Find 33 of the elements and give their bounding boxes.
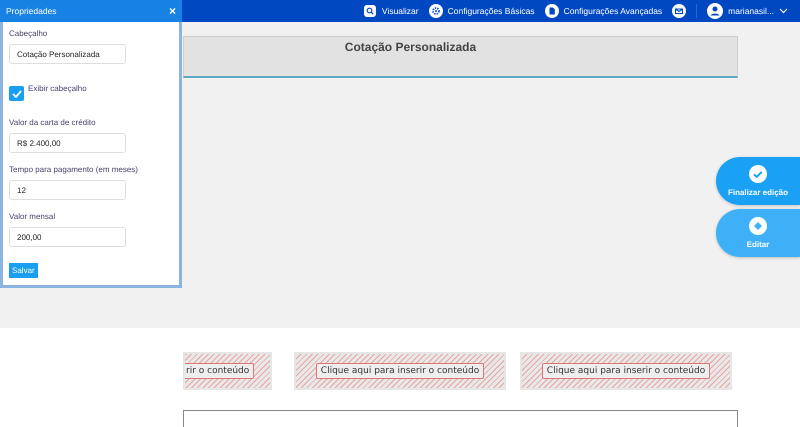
input-field[interactable]: Cotação Personalizada [9, 44, 126, 64]
panel-title: Propriedades [6, 6, 57, 16]
settings-icon [428, 4, 443, 18]
content-slot[interactable]: Clique aqui para inserir o conteúdo [520, 352, 732, 390]
content-slot[interactable]: Clique aqui para inserir o conteúdo [294, 352, 506, 390]
input-field[interactable]: 200,00 [9, 227, 126, 247]
toolbar-button[interactable]: Visualizar [362, 4, 419, 18]
checkbox-label: Exibir cabeçalho [28, 84, 87, 93]
checkmark-icon [12, 90, 22, 98]
heading-block[interactable]: Cotação Personalizada [183, 36, 738, 78]
document-icon [544, 4, 559, 18]
mail-icon [672, 4, 686, 18]
insert-content-label: Clique aqui para inserir o conteúdo [542, 363, 710, 379]
field-label: Cabeçalho [9, 29, 48, 38]
field-label: Valor mensal [9, 212, 56, 221]
close-button[interactable]: × [168, 4, 176, 18]
checkbox[interactable] [9, 86, 24, 101]
toolbar-button[interactable]: Configurações Avançadas [544, 4, 662, 18]
mail-button[interactable] [672, 4, 686, 18]
toolbar-button[interactable]: Configurações Básicas [428, 4, 535, 18]
chevron-down-icon [779, 8, 788, 14]
checkmark-icon [749, 165, 767, 183]
insert-content-label: rir o conteúdo [185, 363, 254, 379]
content-slot[interactable]: rir o conteúdo [183, 352, 272, 390]
field-label: Tempo para pagamento (em meses) [9, 165, 139, 174]
preview-icon [362, 4, 377, 18]
input-field[interactable]: R$ 2.400,00 [9, 133, 126, 153]
field-label: Valor da carta de crédito [9, 118, 97, 127]
user-icon [707, 3, 724, 19]
insert-content-label: Clique aqui para inserir o conteúdo [316, 363, 484, 379]
input-field[interactable]: 12 [9, 180, 126, 200]
heading-title: Cotação Personalizada [344, 40, 476, 56]
user-menu[interactable]: marianasil... [707, 3, 788, 19]
